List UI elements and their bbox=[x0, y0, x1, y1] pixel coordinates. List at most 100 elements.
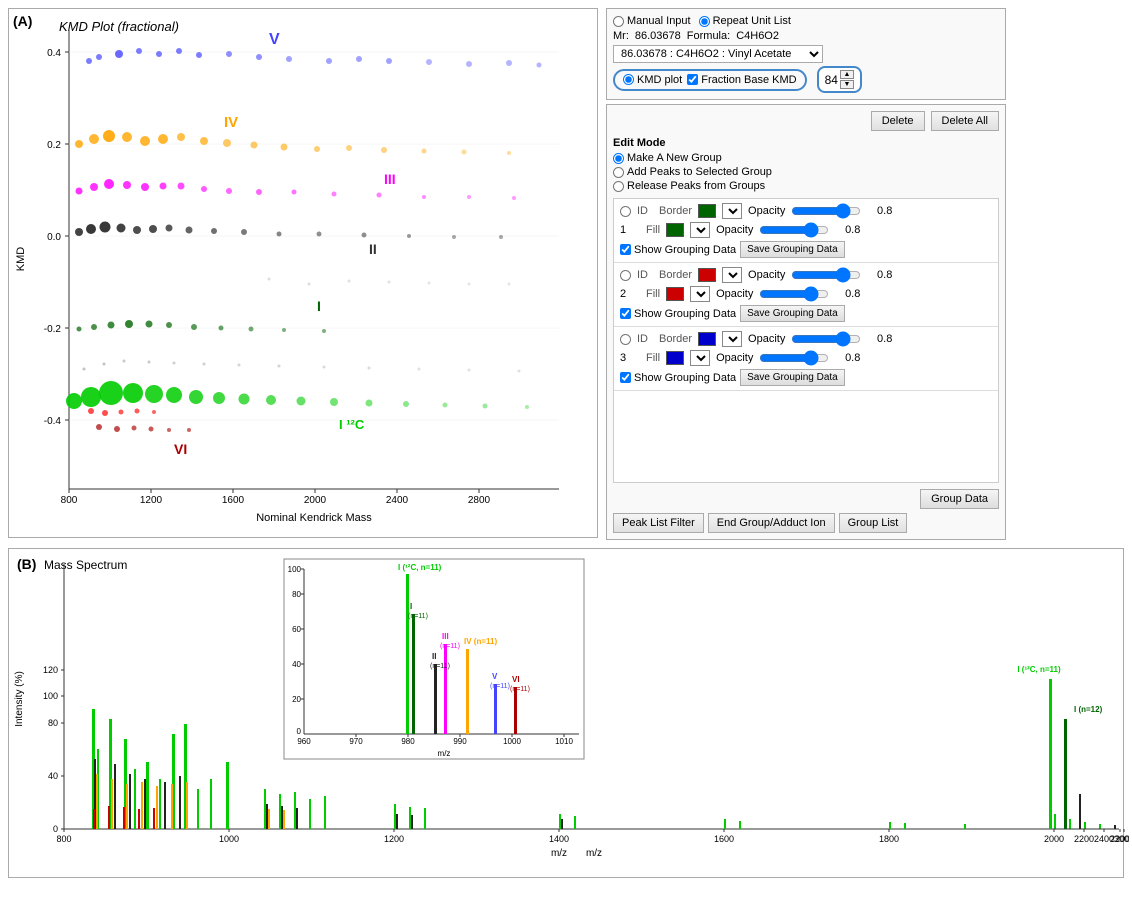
group-1-border-opacity-slider[interactable] bbox=[791, 205, 861, 217]
spinner-value: 84 bbox=[825, 73, 838, 87]
group-row-2: ID Border ▼ Opacity 0.8 2 Fill bbox=[614, 263, 998, 327]
svg-text:1400: 1400 bbox=[549, 834, 569, 844]
group-3-fill-color[interactable] bbox=[666, 351, 684, 365]
repeat-unit-radio[interactable] bbox=[699, 16, 710, 27]
add-peaks-label: Add Peaks to Selected Group bbox=[627, 166, 772, 178]
end-group-tab[interactable]: End Group/Adduct Ion bbox=[708, 513, 835, 533]
svg-text:0: 0 bbox=[53, 824, 58, 834]
svg-text:-0.4: -0.4 bbox=[44, 416, 62, 427]
group-3-radio[interactable] bbox=[620, 334, 631, 345]
group-1-fill-select[interactable]: ▼ bbox=[690, 222, 710, 238]
svg-text:(n=11): (n=11) bbox=[440, 643, 460, 650]
group-3-show-label[interactable]: Show Grouping Data bbox=[620, 372, 736, 384]
repeat-unit-radio-label[interactable]: Repeat Unit List bbox=[699, 15, 791, 27]
group-3-border-select[interactable]: ▼ bbox=[722, 331, 742, 347]
delete-all-button[interactable]: Delete All bbox=[931, 111, 999, 131]
spinner-up[interactable]: ▲ bbox=[840, 70, 854, 79]
groups-scroll[interactable]: ID Border ▼ Opacity 0.8 1 Fill bbox=[613, 198, 999, 483]
group-2-num-label: 2 bbox=[620, 288, 640, 300]
svg-text:1200: 1200 bbox=[384, 834, 404, 844]
svg-text:I ¹²C: I ¹²C bbox=[339, 417, 365, 432]
release-peaks-radio[interactable] bbox=[613, 181, 624, 192]
group-2-show-label[interactable]: Show Grouping Data bbox=[620, 308, 736, 320]
group-1-fill-label: Fill bbox=[646, 224, 660, 236]
group-3-opacity-label: Opacity bbox=[748, 333, 785, 345]
group-3-show-cb[interactable] bbox=[620, 372, 631, 383]
group-1-fill-color[interactable] bbox=[666, 223, 684, 237]
manual-input-radio-label[interactable]: Manual Input bbox=[613, 15, 691, 27]
fraction-base-label-wrap[interactable]: Fraction Base KMD bbox=[687, 74, 796, 86]
add-peaks-radio[interactable] bbox=[613, 167, 624, 178]
group-2-fill-opacity-slider[interactable] bbox=[759, 288, 829, 300]
group-3-save-btn[interactable]: Save Grouping Data bbox=[740, 369, 845, 386]
group-3-border-opacity-slider[interactable] bbox=[791, 333, 861, 345]
group-list-tab[interactable]: Group List bbox=[839, 513, 908, 533]
formula-value: C4H6O2 bbox=[736, 30, 779, 42]
svg-text:100: 100 bbox=[43, 691, 58, 701]
group-1-border-select[interactable]: ▼ bbox=[722, 203, 742, 219]
svg-text:20: 20 bbox=[292, 695, 301, 704]
group-2-show-cb[interactable] bbox=[620, 308, 631, 319]
spinner-down[interactable]: ▼ bbox=[840, 80, 854, 89]
compound-dropdown[interactable]: 86.03678 : C4H6O2 : Vinyl Acetate bbox=[613, 45, 823, 63]
mr-value: 86.03678 bbox=[635, 30, 681, 42]
spinner-box: 84 ▲ ▼ bbox=[817, 66, 862, 93]
group-3-border-color[interactable] bbox=[698, 332, 716, 346]
group-2-fill-opacity-val: 0.8 bbox=[835, 288, 860, 300]
make-new-group-radio[interactable] bbox=[613, 153, 624, 164]
kmd-plot-radio[interactable] bbox=[623, 74, 634, 85]
formula-label: Formula: bbox=[687, 30, 730, 42]
svg-text:2000: 2000 bbox=[304, 495, 327, 506]
manual-input-radio[interactable] bbox=[613, 16, 624, 27]
group-data-button[interactable]: Group Data bbox=[920, 489, 999, 509]
group-3-fill-opacity-slider[interactable] bbox=[759, 352, 829, 364]
peak-list-filter-tab[interactable]: Peak List Filter bbox=[613, 513, 704, 533]
svg-text:(n=11): (n=11) bbox=[408, 613, 428, 620]
group-1-show-cb[interactable] bbox=[620, 244, 631, 255]
group-3-fill-select[interactable]: ▼ bbox=[690, 350, 710, 366]
group-1-fill-opacity-slider[interactable] bbox=[759, 224, 829, 236]
edit-mode-title: Edit Mode bbox=[613, 137, 999, 149]
bottom-tabs: Peak List Filter End Group/Adduct Ion Gr… bbox=[613, 513, 999, 533]
svg-text:0.4: 0.4 bbox=[47, 48, 61, 59]
add-peaks-radio-label[interactable]: Add Peaks to Selected Group bbox=[613, 166, 999, 178]
group-2-fill-label: Fill bbox=[646, 288, 660, 300]
svg-text:1800: 1800 bbox=[879, 834, 899, 844]
group-2-fill-opacity-label: Opacity bbox=[716, 288, 753, 300]
group-2-border-opacity-slider[interactable] bbox=[791, 269, 861, 281]
manual-input-label: Manual Input bbox=[627, 15, 691, 27]
group-1-id-label: ID bbox=[637, 205, 653, 217]
group-2-border-select[interactable]: ▼ bbox=[722, 267, 742, 283]
group-row-1: ID Border ▼ Opacity 0.8 1 Fill bbox=[614, 199, 998, 263]
mass-spectrum-container: (B) Mass Spectrum 0 40 80 100 120 bbox=[8, 548, 1124, 878]
group-3-fill-row: 3 Fill ▼ Opacity 0.8 bbox=[620, 350, 992, 366]
group-1-num-label: 1 bbox=[620, 224, 640, 236]
group-2-fill-color[interactable] bbox=[666, 287, 684, 301]
group-1-radio[interactable] bbox=[620, 206, 631, 217]
group-3-header: ID Border ▼ Opacity 0.8 bbox=[620, 331, 992, 347]
make-new-group-radio-label[interactable]: Make A New Group bbox=[613, 152, 999, 164]
svg-text:V: V bbox=[492, 672, 498, 681]
group-2-fill-select[interactable]: ▼ bbox=[690, 286, 710, 302]
group-1-show-label[interactable]: Show Grouping Data bbox=[620, 244, 736, 256]
group-1-save-btn[interactable]: Save Grouping Data bbox=[740, 241, 845, 258]
svg-text:2200: 2200 bbox=[1110, 834, 1129, 844]
svg-text:120: 120 bbox=[43, 665, 58, 675]
group-2-save-btn[interactable]: Save Grouping Data bbox=[740, 305, 845, 322]
delete-button[interactable]: Delete bbox=[871, 111, 925, 131]
kmd-plot-radio-label[interactable]: KMD plot bbox=[623, 74, 682, 86]
svg-text:1600: 1600 bbox=[222, 495, 245, 506]
group-3-fill-opacity-label: Opacity bbox=[716, 352, 753, 364]
release-peaks-radio-label[interactable]: Release Peaks from Groups bbox=[613, 180, 999, 192]
svg-text:I: I bbox=[317, 298, 321, 314]
svg-text:m/z: m/z bbox=[438, 749, 451, 758]
right-panel: Manual Input Repeat Unit List Mr: 86.036… bbox=[606, 8, 1006, 540]
group-2-border-color[interactable] bbox=[698, 268, 716, 282]
fraction-base-checkbox[interactable] bbox=[687, 74, 698, 85]
group-1-border-color[interactable] bbox=[698, 204, 716, 218]
svg-text:II: II bbox=[432, 652, 436, 661]
group-2-fill-row: 2 Fill ▼ Opacity 0.8 bbox=[620, 286, 992, 302]
group-2-id-label: ID bbox=[637, 269, 653, 281]
group-2-radio[interactable] bbox=[620, 270, 631, 281]
svg-text:80: 80 bbox=[48, 718, 58, 728]
